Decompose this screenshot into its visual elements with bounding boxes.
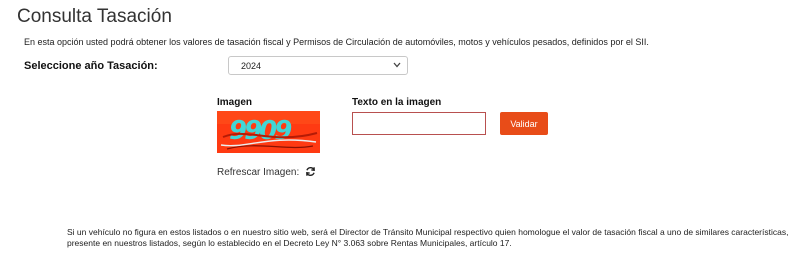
- refresh-captcha[interactable]: Refrescar Imagen:: [217, 166, 316, 178]
- refresh-icon[interactable]: [305, 166, 316, 177]
- footnote-text: Si un vehículo no figura en estos listad…: [67, 227, 789, 248]
- chevron-down-icon: [393, 62, 401, 68]
- year-select[interactable]: 2024: [228, 56, 408, 75]
- captcha-drawing: 9909: [217, 111, 320, 153]
- captcha-text-label: Texto en la imagen: [352, 97, 442, 108]
- captcha-text-input[interactable]: [352, 112, 486, 135]
- captcha-text: 9909: [229, 116, 291, 146]
- intro-text: En esta opción usted podrá obtener los v…: [24, 37, 649, 47]
- refresh-label: Refrescar Imagen:: [217, 167, 300, 178]
- year-select-value: 2024: [241, 61, 262, 71]
- captcha-image: 9909: [217, 111, 320, 153]
- page-title: Consulta Tasación: [17, 6, 172, 27]
- captcha-image-label: Imagen: [217, 97, 253, 108]
- validate-button[interactable]: Validar: [500, 112, 548, 135]
- year-label: Seleccione año Tasación:: [24, 60, 158, 72]
